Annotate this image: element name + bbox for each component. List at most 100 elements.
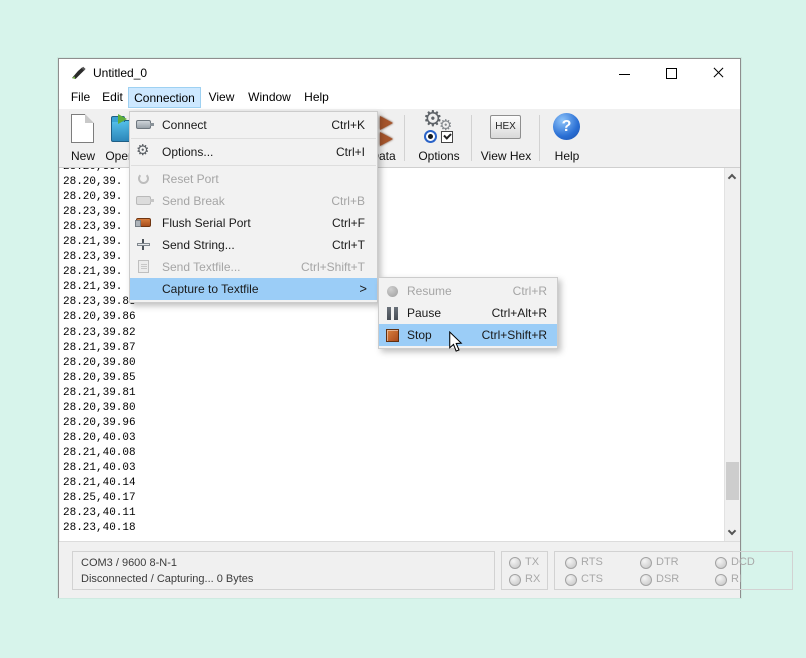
pause-icon: [385, 305, 402, 321]
rx-led-icon: [509, 574, 521, 586]
menu-file[interactable]: File: [65, 87, 96, 108]
reset-icon: [136, 171, 153, 187]
menu-item-label: Resume: [407, 284, 452, 298]
toolbar-divider: [404, 115, 405, 161]
dcd-led-icon: [715, 557, 727, 569]
menu-item-shortcut: Ctrl+F: [332, 216, 365, 230]
menu-connection[interactable]: Connection: [128, 87, 201, 108]
scroll-down-button[interactable]: [725, 524, 740, 541]
toolbar-view-hex-label: View Hex: [475, 149, 537, 163]
menu-item-label: Stop: [407, 328, 432, 342]
help-question-icon: ?: [553, 113, 580, 140]
rts-label: RTS: [581, 556, 603, 568]
menu-item-label: Send String...: [162, 238, 235, 252]
menu-item-capture-to-textfile[interactable]: Capture to Textfile >: [130, 278, 377, 300]
port-settings-text: COM3 / 9600 8-N-1: [81, 557, 177, 569]
hex-icon: HEX: [490, 115, 521, 139]
connector-icon: [136, 193, 153, 209]
gear-icon: ⚙: [136, 144, 153, 160]
menu-item-shortcut: Ctrl+Shift+R: [482, 328, 547, 342]
connection-info-box: COM3 / 9600 8-N-1 Disconnected / Capturi…: [72, 551, 495, 590]
toolbar-options-label: Options: [409, 149, 469, 163]
menu-item-label: Flush Serial Port: [162, 216, 251, 230]
menu-item-connect[interactable]: Connect Ctrl+K: [130, 114, 377, 136]
scroll-up-button[interactable]: [725, 168, 740, 185]
line-status-indicator-box: RTS CTS DTR DSR DCD RI: [554, 551, 793, 590]
tx-led-icon: [509, 557, 521, 569]
menu-item-label: Capture to Textfile: [162, 282, 259, 296]
scrollbar-thumb[interactable]: [726, 462, 739, 500]
menu-item-shortcut: Ctrl+I: [336, 145, 365, 159]
record-icon: [385, 283, 402, 299]
connection-status-text: Disconnected / Capturing... 0 Bytes: [81, 573, 253, 585]
menu-item-label: Send Textfile...: [162, 260, 241, 274]
clear-data-arrow-icon: [380, 132, 393, 146]
menu-item-send-string[interactable]: Send String... Ctrl+T: [130, 234, 377, 256]
capture-submenu: Resume Ctrl+R Pause Ctrl+Alt+R Stop Ctrl…: [378, 277, 558, 349]
menu-view[interactable]: View: [203, 87, 240, 108]
txrx-indicator-box: TX RX: [501, 551, 548, 590]
menu-item-label: Connect: [162, 118, 207, 132]
submenu-item-pause[interactable]: Pause Ctrl+Alt+R: [379, 302, 557, 324]
rx-label: RX: [525, 573, 540, 585]
dsr-label: DSR: [656, 573, 679, 585]
cts-label: CTS: [581, 573, 603, 585]
menu-edit[interactable]: Edit: [97, 87, 128, 108]
menu-help[interactable]: Help: [299, 87, 334, 108]
maximize-button[interactable]: [652, 59, 692, 87]
menu-item-label: Pause: [407, 306, 441, 320]
menu-item-label: Send Break: [162, 194, 225, 208]
title-bar[interactable]: Untitled_0: [59, 59, 740, 87]
menu-item-shortcut: Ctrl+T: [332, 238, 365, 252]
ri-label: RI: [731, 573, 742, 585]
menu-item-shortcut: Ctrl+K: [331, 118, 365, 132]
cts-led-icon: [565, 574, 577, 586]
options-gears-icon: ⚙⚙: [422, 110, 456, 144]
menu-item-shortcut: Ctrl+Shift+T: [301, 260, 365, 274]
menu-item-send-textfile[interactable]: Send Textfile... Ctrl+Shift+T: [130, 256, 377, 278]
toolbar-help-button[interactable]: ? Help: [543, 112, 591, 165]
stop-icon: [385, 327, 402, 343]
menu-item-send-break[interactable]: Send Break Ctrl+B: [130, 190, 377, 212]
menu-item-shortcut: Ctrl+B: [331, 194, 365, 208]
dcd-label: DCD: [731, 556, 755, 568]
submenu-item-stop[interactable]: Stop Ctrl+Shift+R: [379, 324, 557, 346]
dtr-label: DTR: [656, 556, 679, 568]
dsr-led-icon: [640, 574, 652, 586]
toolbar-view-hex-button[interactable]: HEX View Hex: [475, 112, 537, 165]
rts-led-icon: [565, 557, 577, 569]
submenu-item-resume[interactable]: Resume Ctrl+R: [379, 280, 557, 302]
menu-window[interactable]: Window: [241, 87, 298, 108]
submenu-arrow-icon: >: [359, 281, 367, 296]
ri-led-icon: [715, 574, 727, 586]
mouse-cursor-icon: [448, 331, 463, 353]
menu-item-shortcut: Ctrl+Alt+R: [492, 306, 547, 320]
menu-item-options[interactable]: ⚙ Options... Ctrl+I: [130, 141, 377, 163]
menu-item-shortcut: Ctrl+R: [513, 284, 547, 298]
toolbar-help-label: Help: [543, 149, 591, 163]
connection-dropdown-menu: Connect Ctrl+K ⚙ Options... Ctrl+I Reset…: [129, 111, 378, 303]
menu-item-reset-port[interactable]: Reset Port: [130, 168, 377, 190]
toolbar-options-button[interactable]: ⚙⚙ Options: [409, 112, 469, 165]
menu-item-label: Reset Port: [162, 172, 219, 186]
app-window: Untitled_0 File Edit Connection View Win…: [58, 58, 741, 598]
new-document-icon: [71, 114, 94, 143]
send-string-icon: [136, 237, 153, 253]
vertical-scrollbar[interactable]: [724, 168, 740, 541]
clear-data-arrow-icon: [380, 116, 393, 130]
toolbar-divider: [539, 115, 540, 161]
dtr-led-icon: [640, 557, 652, 569]
textfile-icon: [136, 259, 153, 275]
minimize-button[interactable]: [605, 59, 645, 87]
menu-item-flush-serial-port[interactable]: Flush Serial Port Ctrl+F: [130, 212, 377, 234]
chevron-down-icon: [728, 527, 736, 535]
toolbar-new-button[interactable]: New: [63, 112, 103, 165]
window-title: Untitled_0: [93, 66, 147, 80]
close-button[interactable]: [699, 59, 739, 87]
chevron-up-icon: [728, 174, 736, 182]
tx-label: TX: [525, 556, 539, 568]
connector-icon: [136, 117, 153, 133]
menu-item-label: Options...: [162, 145, 213, 159]
toolbar-divider: [471, 115, 472, 161]
menu-separator: [131, 165, 376, 166]
